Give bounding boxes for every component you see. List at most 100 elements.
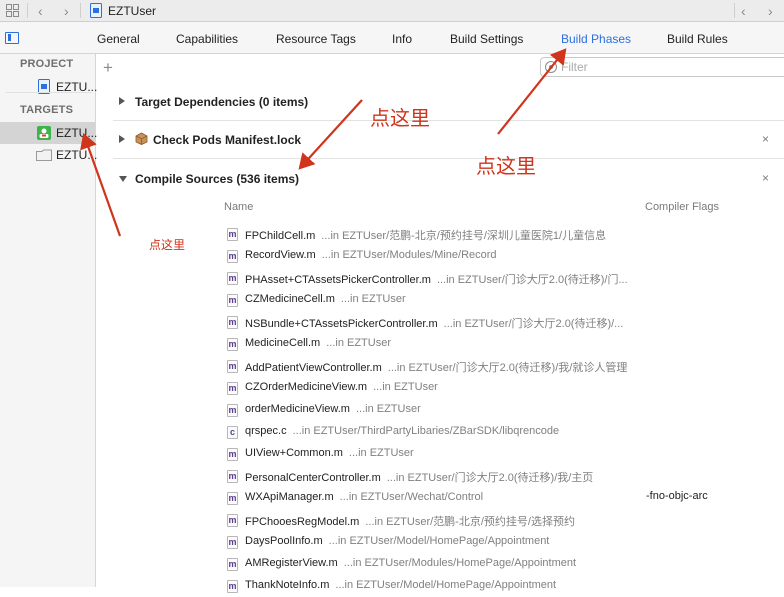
file-row[interactable]: m AMRegisterView.m ...in EZTUser/Modules/H… [221, 553, 784, 575]
file-name: CZOrderMedicineView.m ...in EZTUser [245, 381, 438, 393]
related-items-grid-icon[interactable] [6, 4, 19, 17]
file-name: FPChildCell.m ...in EZTUser/范鹏-北京/预约挂号/深圳… [245, 227, 606, 243]
file-row[interactable]: m AddPatientViewController.m ...in EZTUser… [221, 355, 784, 377]
tab-build-settings[interactable]: Build Settings [450, 32, 523, 46]
file-row[interactable]: m FPChildCell.m ...in EZTUser/范鹏-北京/预约挂号/深… [221, 223, 784, 245]
file-row[interactable]: m DaysPoolInfo.m ...in EZTUser/Model/HomeP… [221, 531, 784, 553]
file-name-text: AMRegisterView.m [245, 557, 338, 569]
file-row[interactable]: m RecordView.m ...in EZTUser/Modules/Mine/… [221, 245, 784, 267]
file-path: ...in EZTUser/Wechat/Control [339, 491, 484, 503]
targets-header: TARGETS [20, 104, 74, 116]
file-name-text: PersonalCenterController.m [245, 472, 381, 484]
file-row[interactable]: m ThankNoteInfo.m ...in EZTUser/Model/Home… [221, 575, 784, 597]
tab-resource-tags[interactable]: Resource Tags [276, 32, 356, 46]
file-row[interactable]: m NSBundle+CTAssetsPickerController.m ...i… [221, 311, 784, 333]
back-chevron-icon[interactable]: ‹ [38, 3, 43, 19]
source-file-icon: m [227, 360, 238, 373]
sidebar-item-target-tests[interactable]: EZTU... [0, 144, 98, 166]
tab-build-rules[interactable]: Build Rules [667, 32, 728, 46]
sidebar-item-label: EZTU... [56, 126, 98, 140]
file-row[interactable]: c qrspec.c ...in EZTUser/ThirdPartyLibarie… [221, 421, 784, 443]
file-name: CZMedicineCell.m ...in EZTUser [245, 293, 406, 305]
file-name: AddPatientViewController.m ...in EZTUser/… [245, 359, 627, 375]
file-row[interactable]: m UIView+Common.m ...in EZTUser [221, 443, 784, 465]
file-name-text: NSBundle+CTAssetsPickerController.m [245, 318, 438, 330]
file-name: orderMedicineView.m ...in EZTUser [245, 403, 421, 415]
compiler-flags-cell[interactable]: -fno-objc-arc [646, 490, 708, 502]
remove-phase-close-icon[interactable]: × [762, 171, 769, 185]
run-script-box-icon [135, 132, 148, 145]
sidebar-toggle-icon[interactable] [5, 32, 19, 44]
phase-title: Check Pods Manifest.lock [153, 133, 302, 147]
file-name: qrspec.c ...in EZTUser/ThirdPartyLibaries… [245, 425, 559, 437]
file-name-text: FPChildCell.m [245, 230, 316, 242]
tab-capabilities[interactable]: Capabilities [176, 32, 238, 46]
source-file-icon: m [227, 338, 238, 351]
file-name-text: CZOrderMedicineView.m [245, 381, 368, 393]
file-path: ...in EZTUser/Model/HomePage/Appointment [328, 535, 550, 547]
file-row[interactable]: m MedicineCell.m ...in EZTUser [221, 333, 784, 355]
annotation-label: 点这里 [149, 238, 186, 252]
phase-target-dependencies[interactable]: Target Dependencies (0 items) [113, 83, 784, 121]
file-name-text: PHAsset+CTAssetsPickerController.m [245, 274, 431, 286]
forward-chevron-icon[interactable]: › [768, 3, 773, 19]
source-file-icon: m [227, 558, 238, 571]
source-file-icon: m [227, 250, 238, 263]
file-row[interactable]: m orderMedicineView.m ...in EZTUser [221, 399, 784, 421]
filter-input[interactable] [561, 59, 781, 75]
phase-title: Target Dependencies (0 items) [135, 95, 309, 109]
file-path: ...in EZTUser/门诊大厅2.0(待迁移)/我/主页 [386, 472, 594, 484]
source-file-icon: m [227, 492, 238, 505]
file-name: AMRegisterView.m ...in EZTUser/Modules/Ho… [245, 557, 576, 569]
add-build-phase-button[interactable]: + [103, 58, 113, 78]
annotation-label: 点这里 [476, 156, 536, 178]
file-row[interactable]: m FPChooesRegModel.m ...in EZTUser/范鹏-北京/预… [221, 509, 784, 531]
file-path: ...in EZTUser [326, 337, 391, 349]
source-file-icon: m [227, 448, 238, 461]
back-chevron-icon[interactable]: ‹ [741, 3, 746, 19]
file-row[interactable]: m PersonalCenterController.m ...in EZTUser… [221, 465, 784, 487]
file-path: ...in EZTUser/Modules/Mine/Record [321, 249, 497, 261]
file-name-text: WXApiManager.m [245, 491, 334, 503]
project-targets-sidebar: PROJECT EZTU... TARGETS EZTU... EZTU... [0, 54, 98, 587]
filter-search-field[interactable] [540, 57, 784, 77]
file-name: UIView+Common.m ...in EZTUser [245, 447, 414, 459]
disclosure-triangle-icon[interactable] [119, 176, 127, 182]
file-path: ...in EZTUser [340, 293, 406, 305]
tab-general[interactable]: General [97, 32, 140, 46]
file-path: ...in EZTUser [373, 381, 438, 393]
sidebar-item-target-app[interactable]: EZTU... [0, 122, 98, 144]
tab-info[interactable]: Info [392, 32, 412, 46]
column-header-name[interactable]: Name [224, 201, 253, 213]
forward-chevron-icon[interactable]: › [64, 3, 69, 19]
file-name-text: ThankNoteInfo.m [245, 579, 330, 591]
phase-check-pods-manifest[interactable]: Check Pods Manifest.lock × [113, 121, 784, 159]
sidebar-item-label: EZTU... [56, 148, 98, 162]
source-file-icon: m [227, 470, 238, 483]
column-header-compiler-flags[interactable]: Compiler Flags [645, 201, 719, 213]
source-file-icon: m [227, 514, 238, 527]
file-name: PHAsset+CTAssetsPickerController.m ...in … [245, 271, 628, 287]
file-row[interactable]: m WXApiManager.m ...in EZTUser/Wechat/Cont… [221, 487, 784, 509]
source-file-icon: m [227, 536, 238, 549]
tab-build-phases[interactable]: Build Phases [561, 32, 631, 46]
source-file-icon: m [227, 272, 238, 285]
remove-phase-close-icon[interactable]: × [762, 132, 769, 146]
source-file-icon: m [227, 382, 238, 395]
file-path: ...in EZTUser/ThirdPartyLibaries/ZBarSDK… [292, 425, 560, 437]
file-row[interactable]: m CZOrderMedicineView.m ...in EZTUser [221, 377, 784, 399]
disclosure-triangle-icon[interactable] [119, 135, 125, 143]
separator [80, 3, 81, 18]
phase-compile-sources[interactable]: Compile Sources (536 items) × [113, 160, 784, 198]
file-name: ThankNoteInfo.m ...in EZTUser/Model/HomeP… [245, 579, 556, 591]
file-name-text: orderMedicineView.m [245, 403, 350, 415]
file-path: ...in EZTUser/范鹏-北京/预约挂号/选择预约 [365, 516, 575, 528]
file-row[interactable]: m CZMedicineCell.m ...in EZTUser [221, 289, 784, 311]
source-file-icon: m [227, 294, 238, 307]
disclosure-triangle-icon[interactable] [119, 97, 125, 105]
document-title[interactable]: EZTUser [108, 4, 156, 18]
file-path: ...in EZTUser/门诊大厅2.0(待迁移)/我/就诊人管理 [387, 362, 628, 374]
file-name: DaysPoolInfo.m ...in EZTUser/Model/HomePa… [245, 535, 549, 547]
file-row[interactable]: m PHAsset+CTAssetsPickerController.m ...in… [221, 267, 784, 289]
sidebar-item-project[interactable]: EZTU... [0, 76, 97, 98]
